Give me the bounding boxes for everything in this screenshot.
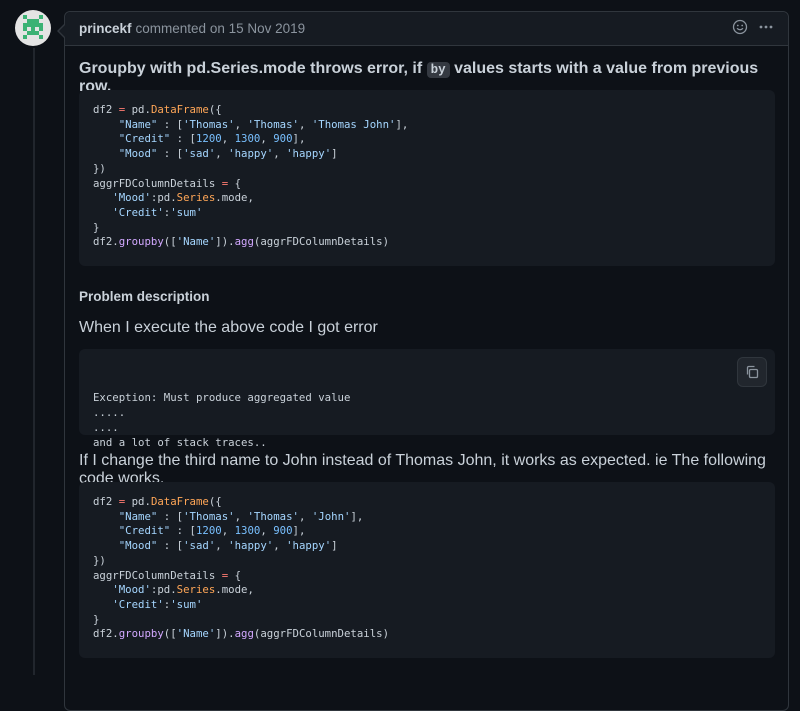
code-line: df2.groupby(['Name']).agg(aggrFDColumnDe… — [93, 627, 390, 641]
code-line: 'Mood':pd.Series.mode, — [112, 191, 254, 205]
code-line: .... — [93, 420, 119, 434]
code-line: df2 = pd.DataFrame({ — [93, 495, 222, 508]
copy-button[interactable] — [737, 357, 767, 387]
code-line: aggrFDColumnDetails = { — [93, 176, 242, 190]
code-line: } — [93, 220, 100, 234]
code-line: 'Mood':pd.Series.mode, — [112, 583, 254, 597]
code-block-1: df2 = pd.DataFrame({ "Name" : ['Thomas',… — [79, 90, 775, 266]
code-line: "Credit" : [1200, 1300, 900], — [118, 524, 306, 538]
code-line: "Name" : ['Thomas', 'Thomas', 'Thomas Jo… — [118, 117, 409, 131]
code-line: df2.groupby(['Name']).agg(aggrFDColumnDe… — [93, 235, 390, 249]
code-line: } — [93, 612, 100, 626]
code-line: ..... — [93, 406, 126, 420]
header-actions — [732, 12, 774, 45]
code-line: }) — [93, 553, 106, 567]
inline-code: by — [426, 62, 450, 78]
comment-timestamp[interactable]: commented on 15 Nov 2019 — [136, 21, 306, 36]
section-heading: Problem description — [79, 289, 210, 304]
paragraph-error-intro: When I execute the above code I got erro… — [79, 319, 378, 336]
code-line: df2 = pd.DataFrame({ — [93, 103, 222, 116]
code-line: 'Credit':'sum' — [112, 597, 203, 611]
summary-text-before: Groupby with pd.Series.mode throws error… — [79, 60, 427, 77]
code-line: and a lot of stack traces.. — [93, 435, 267, 449]
copy-icon — [746, 365, 759, 379]
code-line: "Mood" : ['sad', 'happy', 'happy'] — [118, 147, 338, 161]
code-line: "Name" : ['Thomas', 'Thomas', 'John'], — [118, 509, 364, 523]
author-link[interactable]: princekf — [79, 21, 132, 36]
kebab-menu-icon[interactable] — [758, 19, 774, 39]
identicon-icon — [23, 15, 43, 39]
comment-box: princekf commented on 15 Nov 2019 Groupby… — [57, 11, 789, 711]
code-line: "Credit" : [1200, 1300, 900], — [118, 132, 306, 146]
code-block-2: Exception: Must produce aggregated value… — [79, 349, 775, 449]
avatar[interactable] — [15, 10, 51, 46]
code-line: }) — [93, 161, 106, 175]
timeline-line — [33, 48, 35, 675]
code-line: aggrFDColumnDetails = { — [93, 568, 242, 582]
smiley-icon[interactable] — [732, 19, 748, 39]
comment-header: princekf commented on 15 Nov 2019 — [65, 12, 788, 46]
code-line: "Mood" : ['sad', 'happy', 'happy'] — [118, 539, 338, 553]
code-block-3: df2 = pd.DataFrame({ "Name" : ['Thomas',… — [79, 482, 775, 658]
code-line: 'Credit':'sum' — [112, 205, 203, 219]
code-line: Exception: Must produce aggregated value — [93, 391, 351, 405]
